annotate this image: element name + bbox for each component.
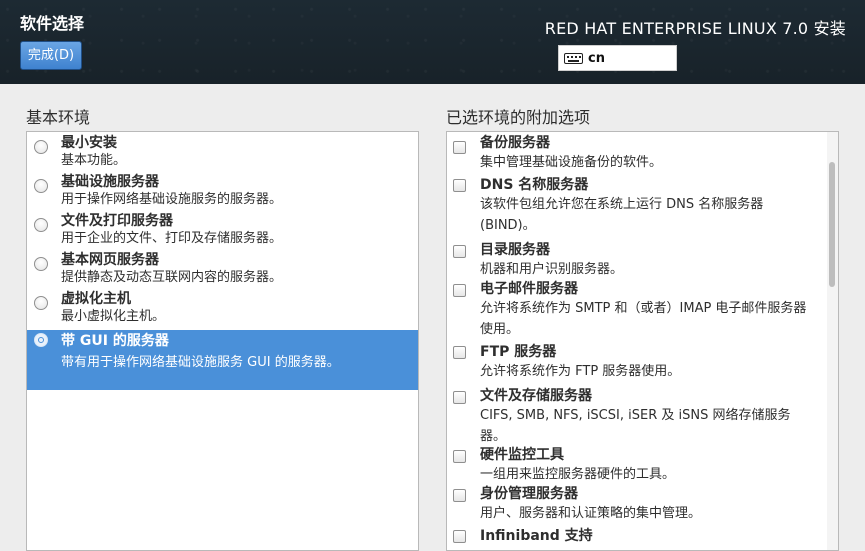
header-bar: 软件选择 完成(D) RED HAT ENTERPRISE LINUX 7.0 … [0,0,865,84]
checkbox[interactable] [453,530,466,543]
checkbox[interactable] [453,450,466,463]
radio-button-selected[interactable] [34,333,48,347]
keyboard-layout-indicator[interactable]: cn [558,45,677,71]
checkbox[interactable] [453,141,466,154]
addon-item-hardware-monitoring[interactable]: 硬件监控工具 一组用来监控服务器硬件的工具。 [447,447,819,485]
radio-button[interactable] [34,179,48,193]
checkbox[interactable] [453,489,466,502]
radio-button[interactable] [34,218,48,232]
keyboard-icon [564,52,583,64]
addon-item-infiniband-support[interactable]: Infiniband 支持 [447,528,819,545]
addon-item-backup-server[interactable]: 备份服务器 集中管理基础设施备份的软件。 [447,135,819,173]
radio-button[interactable] [34,257,48,271]
addons-scrollbar[interactable] [827,132,838,550]
addon-item-dns-server[interactable]: DNS 名称服务器 该软件包组允许您在系统上运行 DNS 名称服务器 (BIND… [447,177,819,236]
radio-button[interactable] [34,296,48,310]
env-item-minimal[interactable]: 最小安装 基本功能。 [27,135,418,174]
keyboard-layout-label: cn [588,50,605,66]
product-title: RED HAT ENTERPRISE LINUX 7.0 安装 [544,19,846,38]
done-button[interactable]: 完成(D) [20,41,82,70]
addon-item-ftp-server[interactable]: FTP 服务器 允许将系统作为 FTP 服务器使用。 [447,344,819,382]
addon-item-file-storage-server[interactable]: 文件及存储服务器 CIFS, SMB, NFS, iSCSI, iSER 及 i… [447,388,819,447]
base-environment-heading: 基本环境 [26,108,91,127]
env-item-file-print-server[interactable]: 文件及打印服务器 用于企业的文件、打印及存储服务器。 [27,213,418,252]
addon-item-email-server[interactable]: 电子邮件服务器 允许将系统作为 SMTP 和（或者）IMAP 电子邮件服务器使用… [447,281,819,340]
env-item-infrastructure-server[interactable]: 基础设施服务器 用于操作网络基础设施服务的服务器。 [27,174,418,213]
checkbox[interactable] [453,245,466,258]
checkbox[interactable] [453,391,466,404]
env-item-web-server[interactable]: 基本网页服务器 提供静态及动态互联网内容的服务器。 [27,252,418,291]
addons-heading: 已选环境的附加选项 [446,108,591,127]
page-title: 软件选择 [20,14,85,33]
base-environment-list: 最小安装 基本功能。 基础设施服务器 用于操作网络基础设施服务的服务器。 文件及… [26,131,419,551]
radio-button[interactable] [34,140,48,154]
addons-list: 备份服务器 集中管理基础设施备份的软件。 DNS 名称服务器 该软件包组允许您在… [446,131,839,551]
checkbox[interactable] [453,179,466,192]
addon-item-directory-server[interactable]: 目录服务器 机器和用户识别服务器。 [447,242,819,280]
header-background-pattern [0,0,865,84]
checkbox[interactable] [453,346,466,359]
env-item-server-with-gui[interactable]: 带 GUI 的服务器 带有用于操作网络基础设施服务 GUI 的服务器。 [27,330,418,390]
checkbox[interactable] [453,284,466,297]
env-item-virtualization-host[interactable]: 虚拟化主机 最小虚拟化主机。 [27,291,418,330]
addon-item-identity-management-server[interactable]: 身份管理服务器 用户、服务器和认证策略的集中管理。 [447,486,819,524]
scrollbar-thumb[interactable] [829,162,835,287]
